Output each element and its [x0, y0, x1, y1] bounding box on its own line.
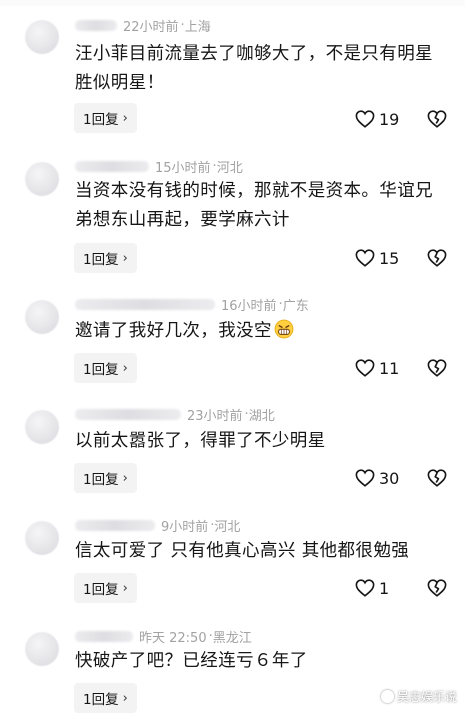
reply-button[interactable]: 1回复 ›	[74, 353, 137, 383]
comment-meta: 9小时前 · 河北	[75, 516, 241, 535]
heart-outline-icon	[355, 359, 375, 377]
dislike-button[interactable]	[427, 353, 447, 383]
avatar[interactable]	[25, 20, 59, 54]
chevron-right-icon: ›	[122, 690, 128, 706]
like-button[interactable]: 15	[355, 243, 399, 273]
comment-location: 上海	[184, 19, 211, 35]
reply-label: 1回复	[83, 692, 119, 708]
like-button[interactable]: 1	[355, 573, 389, 603]
username-blurred[interactable]	[75, 519, 155, 531]
comment-meta: 16小时前 · 广东	[75, 295, 309, 314]
comment-text: 以前太嚣张了，得罪了不少明星	[75, 431, 326, 451]
username-blurred[interactable]	[75, 630, 133, 642]
avatar[interactable]	[25, 632, 59, 666]
like-count: 19	[379, 109, 400, 129]
dislike-button[interactable]	[427, 573, 447, 603]
comment-text: 快破产了吧？已经连亏６年了	[75, 651, 308, 671]
comment-meta: 15小时前 · 河北	[75, 157, 243, 176]
comment-text-content: 邀请了我好几次，我没空	[75, 321, 272, 341]
dislike-button[interactable]	[427, 463, 447, 493]
avatar[interactable]	[25, 410, 59, 444]
comment-time: 22小时前	[123, 19, 179, 35]
comment-text: 信太可爱了 只有他真心高兴 其他都很勉强	[75, 541, 410, 561]
heart-outline-icon	[355, 110, 375, 128]
reply-button[interactable]: 1回复 ›	[74, 573, 137, 603]
reply-button[interactable]: 1回复 ›	[74, 683, 137, 713]
comment-meta: 23小时前 · 湖北	[75, 405, 275, 424]
comment-time: 16小时前	[221, 298, 277, 314]
broken-heart-icon	[427, 359, 447, 377]
username-blurred[interactable]	[75, 298, 215, 310]
watermark-text: 吴志娱乐说	[396, 690, 457, 704]
heart-outline-icon	[355, 469, 375, 487]
comment-location: 黑龙江	[212, 630, 252, 646]
grinning-face-icon	[274, 319, 294, 349]
chevron-right-icon: ›	[122, 360, 128, 376]
reply-label: 1回复	[83, 252, 119, 268]
dislike-button[interactable]	[427, 104, 447, 134]
heart-outline-icon	[355, 579, 375, 597]
watermark: 吴志娱乐说	[380, 688, 457, 705]
chevron-right-icon: ›	[122, 470, 128, 486]
comment-location: 河北	[216, 160, 243, 176]
comment-location: 湖北	[248, 408, 275, 424]
reply-label: 1回复	[83, 362, 119, 378]
comment-text: 汪小菲目前流量去了咖够大了，不是只有明星胜似明星！	[75, 44, 433, 93]
dislike-button[interactable]	[427, 243, 447, 273]
reply-label: 1回复	[83, 582, 119, 598]
avatar[interactable]	[25, 521, 59, 555]
comment-time: 23小时前	[187, 408, 243, 424]
heart-outline-icon	[355, 249, 375, 267]
like-count: 15	[379, 248, 400, 268]
avatar[interactable]	[25, 162, 59, 196]
username-blurred[interactable]	[75, 160, 149, 172]
reply-label: 1回复	[83, 112, 119, 128]
comment-time: 15小时前	[155, 160, 211, 176]
username-blurred[interactable]	[75, 19, 117, 31]
comment-meta: 22小时前 · 上海	[75, 16, 211, 35]
like-button[interactable]: 30	[355, 463, 399, 493]
username-blurred[interactable]	[75, 408, 181, 420]
reply-button[interactable]: 1回复 ›	[74, 463, 137, 493]
comment-text: 邀请了我好几次，我没空	[75, 317, 445, 349]
comment-location: 河北	[214, 519, 241, 535]
avatar[interactable]	[25, 300, 59, 334]
broken-heart-icon	[427, 579, 447, 597]
comment-time: 9小时前	[161, 519, 209, 535]
comment-meta: 昨天 22:50 · 黑龙江	[75, 627, 252, 646]
top-edge	[0, 0, 465, 6]
like-count: 1	[379, 578, 390, 598]
chevron-right-icon: ›	[122, 250, 128, 266]
watermark-logo-icon	[380, 690, 394, 703]
comment-text: 当资本没有钱的时候，那就不是资本。华谊兄弟想东山再起，要学麻六计	[75, 181, 433, 230]
reply-label: 1回复	[83, 472, 119, 488]
like-button[interactable]: 11	[355, 353, 399, 383]
reply-button[interactable]: 1回复 ›	[74, 103, 137, 133]
chevron-right-icon: ›	[122, 580, 128, 596]
comment-time: 昨天 22:50	[139, 630, 207, 646]
like-count: 30	[379, 468, 400, 488]
like-count: 11	[379, 358, 400, 378]
broken-heart-icon	[427, 110, 447, 128]
chevron-right-icon: ›	[122, 110, 128, 126]
like-button[interactable]: 19	[355, 104, 399, 134]
broken-heart-icon	[427, 249, 447, 267]
comment-location: 广东	[282, 298, 309, 314]
reply-button[interactable]: 1回复 ›	[74, 243, 137, 273]
broken-heart-icon	[427, 469, 447, 487]
